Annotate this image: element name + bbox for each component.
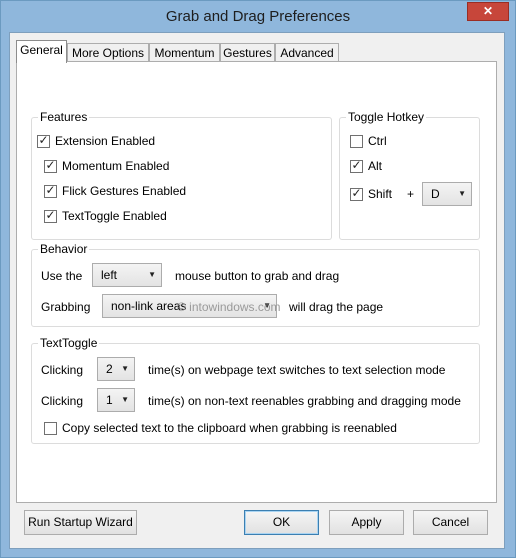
apply-button[interactable]: Apply bbox=[329, 510, 404, 535]
check-icon: ✓ bbox=[45, 158, 56, 172]
run-startup-wizard-button[interactable]: Run Startup Wizard bbox=[24, 510, 137, 535]
text-click-count-value: 2 bbox=[106, 362, 113, 376]
grab-area-description: will drag the page bbox=[289, 300, 384, 314]
check-icon: ✓ bbox=[351, 158, 362, 172]
copy-to-clipboard-checkbox[interactable] bbox=[44, 422, 57, 435]
copy-to-clipboard-label: Copy selected text to the clipboard when… bbox=[62, 421, 397, 435]
plus-sign: + bbox=[407, 187, 415, 201]
text-click-description: time(s) on webpage text switches to text… bbox=[148, 363, 446, 377]
ok-button[interactable]: OK bbox=[244, 510, 319, 535]
tab-more-options[interactable]: More Options bbox=[67, 43, 149, 62]
texttoggle-group-title: TextToggle bbox=[38, 336, 100, 350]
tab-momentum[interactable]: Momentum bbox=[149, 43, 220, 62]
use-the-label: Use the bbox=[41, 269, 83, 283]
flick-gestures-enabled-checkbox[interactable]: ✓ bbox=[44, 183, 57, 198]
toggle-hotkey-group-title: Toggle Hotkey bbox=[346, 110, 427, 124]
grab-area-value: non-link areas bbox=[111, 299, 187, 313]
momentum-enabled-checkbox[interactable]: ✓ bbox=[44, 158, 57, 173]
check-icon: ✓ bbox=[38, 133, 49, 147]
check-icon: ✓ bbox=[45, 183, 56, 197]
clicking-label-2: Clicking bbox=[41, 394, 84, 408]
dialog-client-area: General More Options Momentum Gestures A… bbox=[9, 32, 505, 549]
ctrl-label: Ctrl bbox=[368, 134, 387, 148]
shift-label: Shift bbox=[368, 187, 393, 201]
alt-checkbox[interactable]: ✓ bbox=[350, 158, 363, 173]
cancel-button[interactable]: Cancel bbox=[413, 510, 488, 535]
window-title: Grab and Drag Preferences bbox=[165, 8, 351, 25]
ctrl-checkbox[interactable] bbox=[350, 135, 363, 148]
mouse-button-dropdown[interactable]: left ▼ bbox=[92, 263, 162, 287]
watermark: © intowindows.com bbox=[177, 300, 281, 314]
tab-gestures[interactable]: Gestures bbox=[220, 43, 275, 62]
chevron-down-icon: ▼ bbox=[148, 270, 156, 279]
shift-checkbox[interactable]: ✓ bbox=[350, 186, 363, 201]
nontext-click-count-value: 1 bbox=[106, 393, 113, 407]
tab-general[interactable]: General bbox=[16, 40, 67, 63]
flick-gestures-enabled-label: Flick Gestures Enabled bbox=[62, 184, 187, 198]
momentum-enabled-label: Momentum Enabled bbox=[62, 159, 170, 173]
texttoggle-enabled-label: TextToggle Enabled bbox=[62, 209, 167, 223]
close-icon: ✕ bbox=[482, 4, 494, 18]
texttoggle-enabled-checkbox[interactable]: ✓ bbox=[44, 208, 57, 223]
text-click-count-dropdown[interactable]: 2 ▼ bbox=[97, 357, 135, 381]
close-button[interactable]: ✕ bbox=[467, 2, 509, 21]
nontext-click-description: time(s) on non-text reenables grabbing a… bbox=[148, 394, 461, 408]
hotkey-key-dropdown[interactable]: D ▼ bbox=[422, 182, 472, 206]
general-tab-panel: Features ✓ Extension Enabled ✓ Momentum … bbox=[16, 61, 497, 503]
title-bar[interactable]: Grab and Drag Preferences ✕ bbox=[1, 1, 515, 33]
extension-enabled-checkbox[interactable]: ✓ bbox=[37, 133, 50, 148]
alt-label: Alt bbox=[368, 159, 383, 173]
clicking-label-1: Clicking bbox=[41, 363, 84, 377]
chevron-down-icon: ▼ bbox=[121, 395, 129, 404]
extension-enabled-label: Extension Enabled bbox=[55, 134, 156, 148]
nontext-click-count-dropdown[interactable]: 1 ▼ bbox=[97, 388, 135, 412]
mouse-button-value: left bbox=[101, 268, 118, 282]
tab-advanced[interactable]: Advanced bbox=[275, 43, 339, 62]
hotkey-key-value: D bbox=[431, 187, 440, 201]
mouse-button-description: mouse button to grab and drag bbox=[175, 269, 340, 283]
behavior-group-title: Behavior bbox=[38, 242, 90, 256]
features-group-title: Features bbox=[38, 110, 90, 124]
check-icon: ✓ bbox=[45, 208, 56, 222]
check-icon: ✓ bbox=[351, 186, 362, 200]
preferences-window: Grab and Drag Preferences ✕ General More… bbox=[0, 0, 516, 558]
grabbing-label: Grabbing bbox=[41, 300, 91, 314]
chevron-down-icon: ▼ bbox=[458, 189, 466, 198]
chevron-down-icon: ▼ bbox=[121, 364, 129, 373]
